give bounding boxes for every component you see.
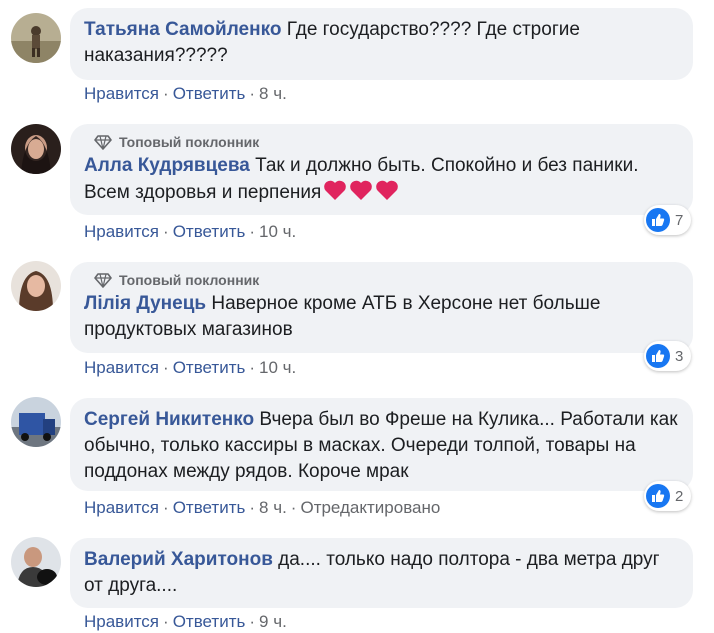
- reply-link[interactable]: Ответить: [173, 612, 246, 631]
- like-link[interactable]: Нравится: [84, 222, 159, 241]
- comment-time[interactable]: 10 ч.: [259, 358, 296, 377]
- reply-link[interactable]: Ответить: [173, 358, 246, 377]
- separator: ·: [249, 84, 256, 103]
- separator: ·: [249, 612, 256, 631]
- likes-count: 3: [675, 347, 684, 365]
- avatar[interactable]: [11, 537, 61, 587]
- reactions-count[interactable]: 3: [644, 341, 692, 371]
- like-link[interactable]: Нравится: [84, 358, 159, 377]
- reactions-count[interactable]: 7: [644, 205, 692, 235]
- comment-actions: Нравится · Ответить · 10 ч.: [84, 221, 296, 243]
- comment-bubble: Сергей Никитенко Вчера был во Фреше на К…: [70, 398, 693, 491]
- avatar[interactable]: [11, 124, 61, 174]
- comment-actions: Нравится · Ответить · 8 ч. · Отредактировано: [84, 497, 440, 519]
- separator: ·: [163, 358, 169, 377]
- likes-count: 7: [675, 211, 684, 229]
- separator: ·: [249, 358, 256, 377]
- comment-time[interactable]: 10 ч.: [259, 222, 296, 241]
- comment-bubble: Топовый поклонник Алла Кудрявцева Так и …: [70, 124, 693, 215]
- diamond-icon: [94, 135, 112, 150]
- comment-time[interactable]: 9 ч.: [259, 612, 287, 631]
- like-link[interactable]: Нравится: [84, 612, 159, 631]
- comment-author[interactable]: Алла Кудрявцева: [84, 155, 250, 176]
- avatar[interactable]: [11, 13, 61, 63]
- comment-actions: Нравится · Ответить · 8 ч.: [84, 83, 287, 105]
- comment-bubble: Топовый поклонник Лілія Дунець Наверное …: [70, 262, 693, 353]
- comment-actions: Нравится · Ответить · 10 ч.: [84, 357, 296, 379]
- separator: ·: [163, 612, 169, 631]
- edited-label[interactable]: Отредактировано: [300, 498, 440, 517]
- top-fan-badge: Топовый поклонник: [84, 133, 679, 151]
- avatar[interactable]: [11, 261, 61, 311]
- separator: ·: [163, 84, 169, 103]
- avatar[interactable]: [11, 397, 61, 447]
- separator: ·: [163, 222, 169, 241]
- heart-icon: [350, 180, 373, 200]
- like-icon: [646, 484, 670, 508]
- separator: ·: [249, 498, 256, 517]
- heart-icon: [324, 180, 347, 200]
- comment-author[interactable]: Сергей Никитенко: [84, 409, 254, 430]
- separator: ·: [163, 498, 169, 517]
- comment-author[interactable]: Валерий Харитонов: [84, 549, 273, 570]
- badge-label: Топовый поклонник: [119, 272, 260, 288]
- like-link[interactable]: Нравится: [84, 84, 159, 103]
- comment-author[interactable]: Татьяна Самойленко: [84, 19, 281, 40]
- badge-label: Топовый поклонник: [119, 134, 260, 150]
- comment-author[interactable]: Лілія Дунець: [84, 293, 206, 314]
- like-icon: [646, 344, 670, 368]
- comment-bubble: Татьяна Самойленко Где государство???? Г…: [70, 8, 693, 80]
- separator: ·: [290, 498, 297, 517]
- top-fan-badge: Топовый поклонник: [84, 271, 679, 289]
- like-link[interactable]: Нравится: [84, 498, 159, 517]
- reactions-count[interactable]: 2: [644, 481, 692, 511]
- comment-time[interactable]: 8 ч.: [259, 498, 287, 517]
- heart-icon: [376, 180, 399, 200]
- diamond-icon: [94, 273, 112, 288]
- comment-bubble: Валерий Харитонов да.... только надо пол…: [70, 538, 693, 608]
- comment-time[interactable]: 8 ч.: [259, 84, 287, 103]
- like-icon: [646, 208, 670, 232]
- reply-link[interactable]: Ответить: [173, 222, 246, 241]
- reply-link[interactable]: Ответить: [173, 84, 246, 103]
- likes-count: 2: [675, 487, 684, 505]
- separator: ·: [249, 222, 256, 241]
- reply-link[interactable]: Ответить: [173, 498, 246, 517]
